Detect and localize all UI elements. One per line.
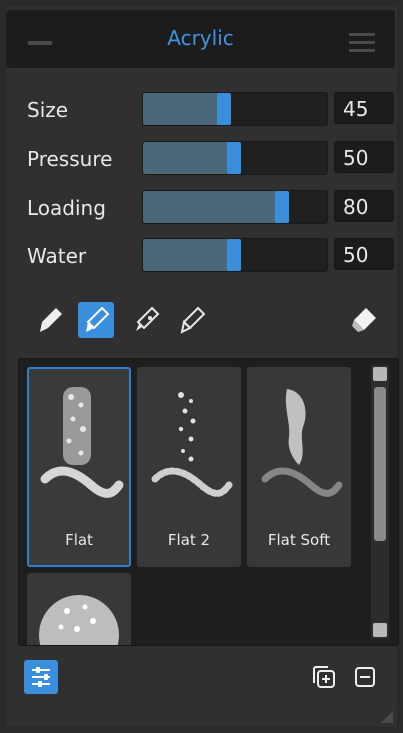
scroll-up-icon[interactable]	[373, 367, 387, 381]
slider-size: Size 45	[0, 92, 403, 132]
brush-smudge-icon[interactable]	[128, 302, 164, 338]
slider-fill	[143, 239, 235, 271]
resize-grip-icon[interactable]	[381, 711, 393, 723]
panel-title: Acrylic	[167, 26, 234, 50]
preset-scrollbar[interactable]	[371, 365, 389, 639]
minus-icon	[355, 667, 375, 687]
slider-label: Pressure	[27, 147, 113, 171]
brush-paint-icon[interactable]	[32, 302, 68, 338]
brush-paint-active-icon[interactable]	[78, 302, 114, 338]
slider-label: Size	[27, 98, 69, 122]
slider-track[interactable]	[142, 92, 328, 126]
brush-stroke-preview	[261, 389, 343, 497]
slider-pressure: Pressure 50	[0, 141, 403, 181]
brush-settings-button[interactable]	[24, 660, 58, 694]
sliders-icon	[32, 667, 50, 687]
scroll-thumb[interactable]	[374, 387, 386, 541]
menu-icon[interactable]	[349, 33, 375, 53]
preset-label: Flat	[65, 531, 93, 549]
slider-thumb[interactable]	[227, 239, 241, 271]
brush-stroke-preview	[151, 392, 233, 497]
duplicate-icon	[313, 666, 335, 688]
slider-fill	[143, 142, 235, 174]
brush-preset-grid: Flat Flat 2 Flat Soft	[18, 358, 399, 646]
slider-fill	[143, 93, 225, 125]
slider-water: Water 50	[0, 238, 403, 278]
slider-track[interactable]	[142, 190, 328, 224]
brush-outline-icon[interactable]	[174, 302, 210, 338]
eraser-icon[interactable]	[346, 302, 382, 338]
slider-track[interactable]	[142, 141, 328, 175]
slider-label: Loading	[27, 196, 106, 220]
preset-card-flat-soft[interactable]: Flat Soft	[247, 367, 351, 567]
slider-fill	[143, 191, 288, 223]
brush-stroke-preview	[40, 387, 124, 498]
slider-label: Water	[27, 244, 87, 268]
value-field[interactable]: 50	[334, 141, 394, 173]
slider-thumb[interactable]	[217, 93, 231, 125]
panel-titlebar: Acrylic	[6, 10, 395, 68]
slider-loading: Loading 80	[0, 190, 403, 230]
slider-thumb[interactable]	[227, 142, 241, 174]
value-field[interactable]: 45	[334, 92, 394, 124]
slider-thumb[interactable]	[275, 191, 289, 223]
preset-card-flat-2[interactable]: Flat 2	[137, 367, 241, 567]
brush-stroke-preview	[39, 595, 119, 645]
preset-card-flat[interactable]: Flat	[27, 367, 131, 567]
preset-card-round[interactable]	[27, 573, 131, 645]
duplicate-preset-button[interactable]	[306, 660, 340, 694]
remove-preset-button[interactable]	[348, 660, 382, 694]
value-field[interactable]: 80	[334, 190, 394, 222]
value-field[interactable]: 50	[334, 238, 394, 270]
scroll-down-icon[interactable]	[373, 623, 387, 637]
preset-label: Flat 2	[167, 531, 211, 549]
slider-track[interactable]	[142, 238, 328, 272]
preset-label: Flat Soft	[267, 531, 331, 549]
